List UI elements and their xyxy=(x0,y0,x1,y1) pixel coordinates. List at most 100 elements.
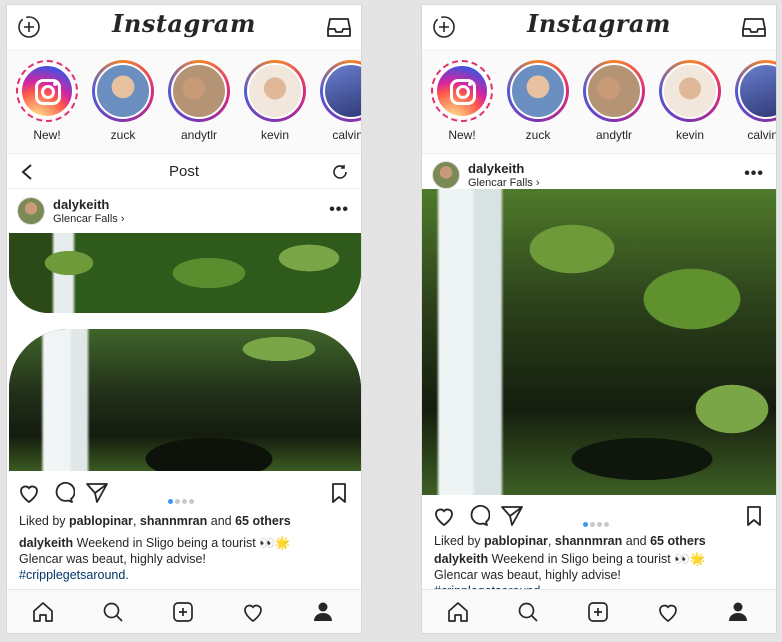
post-username[interactable]: dalykeith xyxy=(53,197,109,212)
refresh-icon[interactable] xyxy=(331,163,349,181)
avatar[interactable] xyxy=(17,197,45,225)
bottom-nav xyxy=(7,589,361,633)
top-bar: Instagram xyxy=(422,5,776,51)
inbox-icon[interactable] xyxy=(327,16,351,38)
story-andytlr[interactable]: andytlr xyxy=(165,60,233,142)
story-kevin[interactable]: kevin xyxy=(241,60,309,142)
phone-left: Instagram New! zuck andytlr kevin calvin… xyxy=(6,4,362,634)
likes-others-link[interactable]: 65 others xyxy=(650,534,706,548)
instagram-logo-icon xyxy=(20,64,74,118)
top-bar: Instagram xyxy=(7,5,361,51)
post-location[interactable]: Glencar Falls › xyxy=(468,177,540,189)
story-new[interactable]: New! xyxy=(428,60,496,142)
avatar xyxy=(323,63,361,119)
post-photo-top xyxy=(9,233,361,313)
likes-prefix: Liked by xyxy=(434,534,485,548)
likes-sep: , xyxy=(547,534,555,548)
caption-hashtag[interactable]: #cripplegetsaround. xyxy=(19,567,349,583)
post-user-row: dalykeith Glencar Falls › ••• xyxy=(7,191,361,233)
new-post-icon[interactable] xyxy=(586,600,610,624)
story-zuck[interactable]: zuck xyxy=(504,60,572,142)
stories-tray: New! zuck andytlr kevin calvinh xyxy=(422,52,776,154)
liker-link[interactable]: shannmran xyxy=(140,514,207,528)
more-options-icon[interactable]: ••• xyxy=(744,165,764,183)
avatar[interactable] xyxy=(432,161,460,189)
likes-prefix: Liked by xyxy=(19,514,70,528)
avatar xyxy=(738,63,776,119)
story-label: calvinh xyxy=(332,128,361,142)
post-actions xyxy=(422,502,776,532)
story-calvinh[interactable]: calvinh xyxy=(732,60,776,142)
story-label: zuck xyxy=(110,128,136,142)
bottom-nav xyxy=(422,589,776,633)
carousel-dots xyxy=(167,491,195,509)
activity-heart-icon[interactable] xyxy=(656,600,680,624)
like-heart-icon[interactable] xyxy=(432,504,456,528)
liker-link[interactable]: pablopinar xyxy=(69,514,133,528)
share-direct-icon[interactable] xyxy=(85,481,109,505)
comment-icon[interactable] xyxy=(466,504,490,528)
post-location[interactable]: Glencar Falls › xyxy=(53,213,125,225)
comment-icon[interactable] xyxy=(51,481,75,505)
liker-link[interactable]: shannmran xyxy=(555,534,622,548)
story-label: andytlr xyxy=(595,128,633,142)
story-label: New! xyxy=(448,128,476,142)
home-icon[interactable] xyxy=(446,600,470,624)
story-kevin[interactable]: kevin xyxy=(656,60,724,142)
caption-line2: Glencar was beaut, highly advise! xyxy=(19,552,206,566)
caption-text: Weekend in Sligo being a tourist 👀🌟 xyxy=(488,552,706,566)
story-andytlr[interactable]: andytlr xyxy=(580,60,648,142)
caption-username[interactable]: dalykeith xyxy=(19,536,73,550)
post-caption: dalykeith Weekend in Sligo being a touri… xyxy=(19,535,349,583)
like-heart-icon[interactable] xyxy=(17,481,41,505)
likes-and: and xyxy=(622,534,651,548)
caption-text: Weekend in Sligo being a tourist 👀🌟 xyxy=(73,536,291,550)
profile-icon[interactable] xyxy=(311,600,335,624)
avatar xyxy=(95,63,151,119)
story-label: calvinh xyxy=(747,128,776,142)
instagram-logo-icon xyxy=(435,64,489,118)
caption-username[interactable]: dalykeith xyxy=(434,552,488,566)
likes-others-link[interactable]: 65 others xyxy=(235,514,291,528)
story-calvinh[interactable]: calvinh xyxy=(317,60,361,142)
post-title: Post xyxy=(168,163,199,180)
story-label: kevin xyxy=(675,128,704,142)
more-options-icon[interactable]: ••• xyxy=(329,201,349,219)
activity-heart-icon[interactable] xyxy=(241,600,265,624)
avatar xyxy=(247,63,303,119)
likes-line: Liked by pablopinar, shannmran and 65 ot… xyxy=(19,513,349,529)
app-logo: Instagram xyxy=(112,9,256,38)
home-icon[interactable] xyxy=(31,600,55,624)
avatar xyxy=(510,63,566,119)
post-username[interactable]: dalykeith xyxy=(468,161,524,176)
post-photo xyxy=(422,189,776,495)
search-icon[interactable] xyxy=(516,600,540,624)
likes-and: and xyxy=(207,514,236,528)
phone-right: Instagram New! zuck andytlr kevin calvin… xyxy=(421,4,777,634)
new-post-icon[interactable] xyxy=(171,600,195,624)
save-bookmark-icon[interactable] xyxy=(327,481,351,505)
avatar xyxy=(662,63,718,119)
story-new[interactable]: New! xyxy=(13,60,81,142)
post-photo-bottom xyxy=(9,329,361,471)
share-direct-icon[interactable] xyxy=(500,504,524,528)
story-label: kevin xyxy=(260,128,289,142)
stories-tray: New! zuck andytlr kevin calvinh xyxy=(7,52,361,154)
profile-icon[interactable] xyxy=(726,600,750,624)
likes-line: Liked by pablopinar, shannmran and 65 ot… xyxy=(434,533,764,549)
story-label: New! xyxy=(33,128,61,142)
search-icon[interactable] xyxy=(101,600,125,624)
story-label: zuck xyxy=(525,128,551,142)
avatar xyxy=(586,63,642,119)
likes-sep: , xyxy=(132,514,140,528)
story-label: andytlr xyxy=(180,128,218,142)
caption-line2: Glencar was beaut, highly advise! xyxy=(434,568,621,582)
liker-link[interactable]: pablopinar xyxy=(484,534,548,548)
save-bookmark-icon[interactable] xyxy=(742,504,766,528)
inbox-icon[interactable] xyxy=(742,16,766,38)
app-logo: Instagram xyxy=(527,9,671,38)
post-actions xyxy=(7,479,361,509)
carousel-dots xyxy=(582,514,610,532)
story-zuck[interactable]: zuck xyxy=(89,60,157,142)
avatar xyxy=(171,63,227,119)
